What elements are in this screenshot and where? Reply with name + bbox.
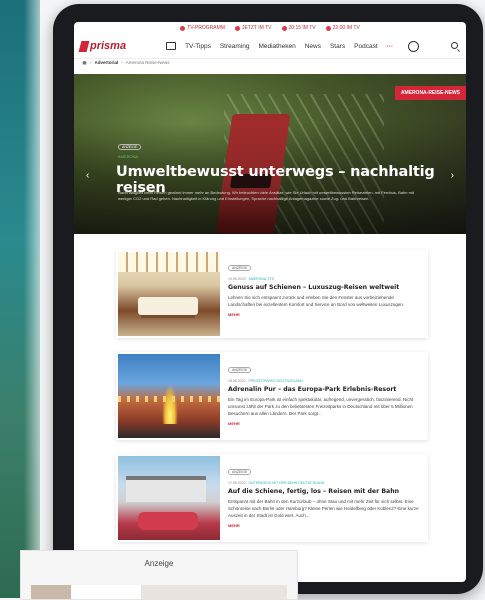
ad-label: Anzeige (144, 559, 174, 568)
home-icon[interactable] (82, 60, 87, 65)
hero-text: Nachhaltigkeit beim Reisen gewinnt immer… (118, 190, 414, 201)
nav-more-button[interactable]: ··· (387, 43, 394, 50)
breadcrumb-item-current: Amerona Reise-News (125, 60, 170, 65)
hero-teaser[interactable]: AMERONA-REISE-NEWS ANZEIGE AMERONA Umwel… (74, 74, 466, 234)
article-more-link[interactable]: MEHR (228, 312, 422, 317)
tv-dot-icon (234, 25, 240, 31)
ad-tag: ANZEIGE (228, 469, 252, 475)
article-title[interactable]: Adrenalin Pur – das Europa-Park Erlebnis… (228, 386, 422, 393)
article-card[interactable]: ANZEIGE 17.08.2023 UNTERWEGS MIT DER BAHN… (116, 454, 428, 542)
prisma-logo[interactable]: prisma (80, 40, 126, 52)
tablet-screen: TV-PROGRAMM JETZT IM TV 20:15 IM TV 22:0… (74, 22, 466, 582)
nav-item-news[interactable]: News (305, 43, 321, 50)
article-date: 18.08.2023 (228, 379, 246, 383)
article-category: FREIZEITPARKS DEUTSCHLAND (248, 379, 303, 383)
tv-dot-icon (281, 25, 287, 31)
article-date: 19.08.2023 (228, 277, 246, 281)
user-icon[interactable] (408, 40, 420, 52)
tv-link-2200[interactable]: 22:00 IM TV (325, 25, 360, 31)
chevron-right-icon[interactable]: › (451, 170, 454, 181)
article-image-rail-travel[interactable] (118, 456, 220, 540)
nav-item-mediatheken[interactable]: Mediatheken (258, 43, 295, 50)
tv-program-bar: TV-PROGRAMM JETZT IM TV 20:15 IM TV 22:0… (74, 22, 466, 34)
article-category: AMERONA-TTS (248, 277, 275, 281)
article-text: Entspannt mit der Bahn in den Kurzurlaub… (228, 499, 419, 518)
article-title[interactable]: Auf die Schiene, fertig, los – Reisen mi… (228, 488, 422, 495)
tv-icon[interactable] (166, 42, 177, 50)
nav-item-podcast[interactable]: Podcast (354, 43, 378, 50)
nav-item-streaming[interactable]: Streaming (220, 43, 250, 50)
advertisement-box[interactable]: Anzeige (20, 550, 298, 600)
ad-tag: ANZEIGE (228, 367, 252, 373)
tv-dot-icon (325, 25, 331, 31)
hero-ad-tag: ANZEIGE (118, 144, 142, 150)
background-scenery (0, 0, 40, 598)
tv-link-now[interactable]: JETZT IM TV (234, 25, 272, 31)
tv-dot-icon (180, 25, 186, 31)
article-date: 17.08.2023 (228, 481, 246, 485)
hero-badge[interactable]: AMERONA-REISE-NEWS (394, 86, 466, 100)
nav-item-tv-tipps[interactable]: TV-Tipps (185, 43, 211, 50)
article-text: Lehnen Sie sich entspannt zurück und erl… (228, 295, 405, 307)
article-image-luxury-train[interactable] (118, 252, 220, 336)
article-card[interactable]: ANZEIGE 18.08.2023 FREIZEITPARKS DEUTSCHL… (116, 352, 428, 440)
main-navigation: prisma TV-Tipps Streaming Mediatheken Ne… (74, 34, 466, 59)
article-title[interactable]: Genuss auf Schienen – Luxuszug-Reisen we… (228, 284, 422, 291)
chevron-left-icon[interactable]: ‹ (86, 170, 89, 181)
nav-menu: TV-Tipps Streaming Mediatheken News Star… (166, 40, 420, 52)
nav-item-stars[interactable]: Stars (330, 43, 345, 50)
hero-category: AMERONA (118, 154, 139, 159)
search-icon[interactable] (451, 42, 458, 49)
article-more-link[interactable]: MEHR (228, 421, 422, 426)
tv-link-2015[interactable]: 20:15 IM TV (281, 25, 316, 31)
ad-tag: ANZEIGE (228, 265, 252, 271)
article-more-link[interactable]: MEHR (228, 523, 422, 528)
article-card[interactable]: ANZEIGE 19.08.2023 AMERONA-TTS Genuss auf… (116, 250, 428, 338)
article-text: Ein Tag im Europa-Park ist einfach spekt… (228, 397, 414, 416)
breadcrumb-item-advertorial[interactable]: Advertorial (95, 60, 119, 65)
article-image-europa-park[interactable] (118, 354, 220, 438)
article-category: UNTERWEGS MIT DER BAHN DEUTSCHLAND (248, 481, 325, 485)
breadcrumb: › Advertorial › Amerona Reise-News (82, 60, 170, 65)
tv-link-program[interactable]: TV-PROGRAMM (180, 25, 225, 31)
ad-image[interactable] (31, 585, 287, 599)
